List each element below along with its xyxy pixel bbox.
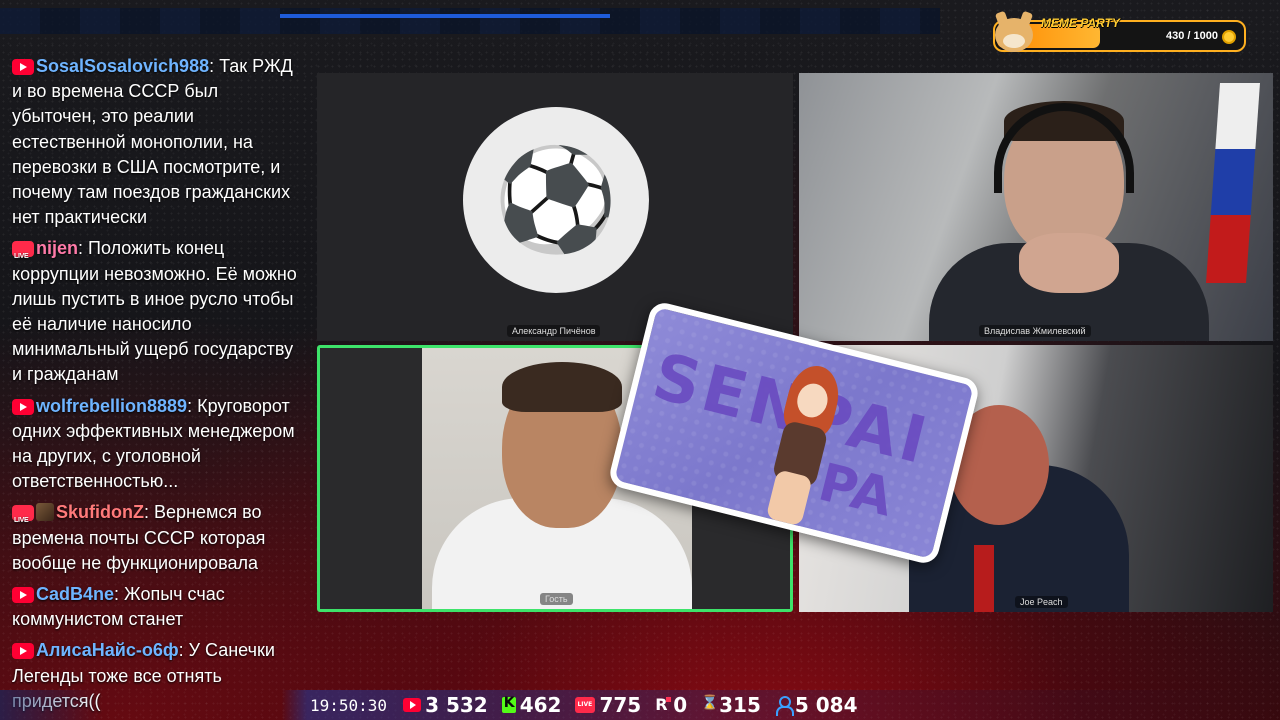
chat-username[interactable]: CadB4ne [36,584,114,604]
viewer-stats: 19:50:30 3 532 462 775 0 315 5 084 [310,692,858,718]
chat-username[interactable]: АлисаНайс-о6ф [36,640,179,660]
meme-party-count: 430 / 1000 [1166,30,1218,42]
youtube-badge-icon [12,586,34,603]
chat-message: nijen: Положить конец коррупции невозмож… [12,236,304,387]
participant-avatar: ⚽ [463,107,649,293]
youtube-badge-icon [12,398,34,415]
user-icon [775,696,794,716]
chat-message: wolfrebellion8889: Круговорот одних эффе… [12,395,295,492]
twitch-viewer-count: 315 [719,693,761,717]
participant-name: Александр Пичёнов [507,325,601,337]
participant-video [909,93,1209,341]
total-viewer-count: 5 084 [794,693,858,717]
chat-panel: SosalSosalovich988: Так РЖД и во времена… [0,0,312,720]
chat-username[interactable]: SosalSosalovich988 [36,56,209,76]
vk-viewers: 775 [575,693,641,717]
coin-icon [1222,30,1236,44]
video-tile-1[interactable]: ⚽ Александр Пичёнов [317,73,793,341]
chat-text: Так РЖД и во времена СССР был убыточен, … [12,55,293,228]
meme-party-progress: MEME PARTY 430 / 1000 [993,10,1246,52]
total-viewers: 5 084 [775,693,858,717]
vk-live-badge-icon [12,505,34,534]
chat-username[interactable]: wolfrebellion8889 [36,396,187,416]
vk-live-icon [575,697,596,713]
doge-icon [989,10,1037,56]
rutube-viewers: 0 [655,693,687,717]
video-tile-2[interactable]: Владислав Жмилевский [799,73,1273,341]
participant-name: Joe Peach [1015,596,1068,608]
youtube-viewer-count: 3 532 [425,693,488,717]
kick-icon [501,695,516,713]
vk-live-badge-icon [12,241,34,270]
youtube-badge-icon [12,643,34,660]
stream-clock: 19:50:30 [310,695,388,715]
rutube-viewer-count: 0 [673,693,688,717]
youtube-icon [403,698,422,712]
meme-party-label: MEME PARTY [1041,16,1120,30]
youtube-badge-icon [12,58,34,75]
kick-viewer-count: 462 [519,693,562,717]
vk-viewer-count: 775 [599,693,642,717]
twitch-icon [701,695,718,713]
participant-name: Гость [540,593,573,605]
user-avatar-icon [36,503,54,522]
chat-message: CadB4ne: Жопыч счас коммунистом станет [12,583,225,630]
participant-name: Владислав Жмилевский [979,325,1091,337]
rutube-icon [655,695,672,714]
chat-username[interactable]: SkufidonZ [56,502,144,522]
chat-message: SosalSosalovich988: Так РЖД и во времена… [12,55,293,228]
chat-username[interactable]: nijen [36,238,78,258]
top-decor-line [280,14,610,18]
youtube-viewers: 3 532 [403,693,488,717]
chat-message: SkufidonZ: Вернемся во времена почты ССС… [12,500,304,576]
soccer-ball-icon: ⚽ [493,144,619,256]
chat-text: Положить конец коррупции невозможно. Её … [12,238,297,385]
flag-decor [1206,83,1260,283]
twitch-viewers: 315 [701,693,761,717]
chat-messages: SosalSosalovich988: Так РЖД и во времена… [12,54,304,720]
kick-viewers: 462 [501,693,562,717]
